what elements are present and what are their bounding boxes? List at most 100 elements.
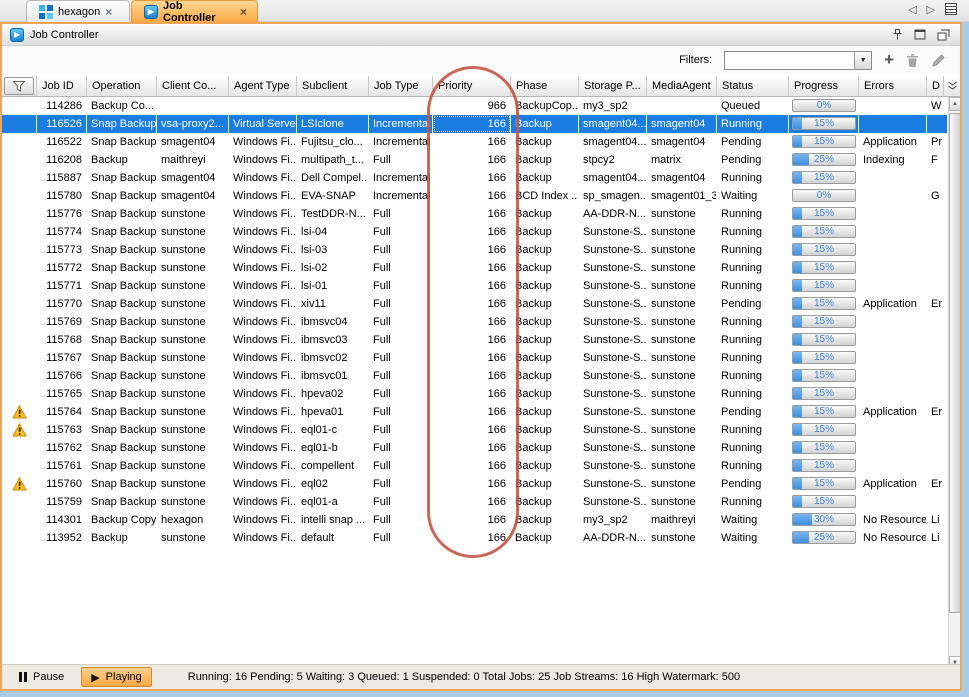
cell-agent-type: Windows Fi... bbox=[229, 331, 297, 349]
cell-errors bbox=[859, 439, 927, 457]
table-row-job-114301[interactable]: 114301Backup CopyhexagonWindows Fi...int… bbox=[2, 511, 948, 529]
cell-client: sunstone bbox=[157, 331, 229, 349]
cell-phase: Backup bbox=[511, 385, 579, 403]
header-subclient[interactable]: Subclient bbox=[297, 76, 369, 97]
progress-bar: 30% bbox=[792, 513, 856, 526]
cell-phase: Backup bbox=[511, 115, 579, 133]
header-progress[interactable]: Progress bbox=[789, 76, 859, 97]
header-priority[interactable]: Priority bbox=[433, 76, 511, 97]
cell-delay bbox=[927, 169, 948, 187]
table-row-job-115765[interactable]: 115765Snap BackupsunstoneWindows Fi...hp… bbox=[2, 385, 948, 403]
pause-button[interactable]: Pause bbox=[10, 667, 73, 687]
nav-back-icon[interactable]: ◁ bbox=[908, 3, 916, 16]
table-row-job-115773[interactable]: 115773Snap BackupsunstoneWindows Fi...ls… bbox=[2, 241, 948, 259]
maximize-icon[interactable] bbox=[914, 29, 926, 40]
cell-media-agent: smagent04 bbox=[647, 133, 717, 151]
table-row-job-115780[interactable]: 115780Snap Backupsmagent04Windows Fi...E… bbox=[2, 187, 948, 205]
progress-bar: 15% bbox=[792, 315, 856, 328]
header-status[interactable]: Status bbox=[717, 76, 789, 97]
table-row-job-115759[interactable]: 115759Snap BackupsunstoneWindows Fi...eq… bbox=[2, 493, 948, 511]
cell-phase: Backup bbox=[511, 205, 579, 223]
header-job-id[interactable]: Job ID bbox=[37, 76, 87, 97]
cell-client: smagent04 bbox=[157, 169, 229, 187]
delete-filter-icon[interactable] bbox=[906, 53, 919, 68]
table-row-job-115774[interactable]: 115774Snap BackupsunstoneWindows Fi...ls… bbox=[2, 223, 948, 241]
header-agent-type[interactable]: Agent Type bbox=[229, 76, 297, 97]
cell-operation: Backup Co... bbox=[87, 97, 157, 115]
tab-hexagon[interactable]: hexagon × bbox=[26, 0, 130, 22]
table-row-job-115776[interactable]: 115776Snap BackupsunstoneWindows Fi...Te… bbox=[2, 205, 948, 223]
cell-job-type: Incremental bbox=[369, 115, 433, 133]
table-row-job-114286[interactable]: 114286Backup Co...966BackupCop...my3_sp2… bbox=[2, 97, 948, 115]
header-storage-p[interactable]: Storage P... bbox=[579, 76, 647, 97]
header-operation[interactable]: Operation bbox=[87, 76, 157, 97]
table-row-job-115887[interactable]: 115887Snap Backupsmagent04Windows Fi...D… bbox=[2, 169, 948, 187]
cell-agent-type: Windows Fi... bbox=[229, 151, 297, 169]
cell-priority: 166 bbox=[433, 439, 511, 457]
table-row-job-115763[interactable]: 115763Snap BackupsunstoneWindows Fi...eq… bbox=[2, 421, 948, 439]
header-job-type[interactable]: Job Type bbox=[369, 76, 433, 97]
cell-phase: Backup bbox=[511, 223, 579, 241]
table-row-job-116208[interactable]: 116208BackupmaithreyiWindows Fi...multip… bbox=[2, 151, 948, 169]
table-row-job-115769[interactable]: 115769Snap BackupsunstoneWindows Fi...ib… bbox=[2, 313, 948, 331]
cell-storage-policy: Sunstone-S... bbox=[579, 385, 647, 403]
cell-job-type: Full bbox=[369, 277, 433, 295]
row-icon-cell bbox=[2, 313, 37, 331]
tab-list-icon[interactable] bbox=[945, 3, 957, 15]
row-icon-cell bbox=[2, 331, 37, 349]
cell-delay bbox=[927, 241, 948, 259]
header-errors[interactable]: Errors bbox=[859, 76, 927, 97]
tab-job-controller[interactable]: ▶ Job Controller × bbox=[131, 0, 258, 22]
header-client-co[interactable]: Client Co... bbox=[157, 76, 229, 97]
pin-icon[interactable] bbox=[892, 28, 903, 41]
close-icon[interactable]: × bbox=[240, 7, 247, 17]
combo-dropdown-icon[interactable]: ▼ bbox=[854, 52, 871, 69]
table-row-job-115766[interactable]: 115766Snap BackupsunstoneWindows Fi...ib… bbox=[2, 367, 948, 385]
cell-errors bbox=[859, 457, 927, 475]
close-icon[interactable]: × bbox=[105, 7, 112, 17]
table-row-job-115764[interactable]: 115764Snap BackupsunstoneWindows Fi...hp… bbox=[2, 403, 948, 421]
table-row-job-115770[interactable]: 115770Snap BackupsunstoneWindows Fi...xi… bbox=[2, 295, 948, 313]
cell-operation: Snap Backup bbox=[87, 493, 157, 511]
table-row-job-116526[interactable]: 116526Snap Backupvsa-proxy2...Virtual Se… bbox=[2, 115, 948, 133]
column-chooser-button[interactable] bbox=[943, 76, 960, 97]
cell-media-agent: sunstone bbox=[647, 259, 717, 277]
table-row-job-116522[interactable]: 116522Snap Backupsmagent04Windows Fi...F… bbox=[2, 133, 948, 151]
float-icon[interactable] bbox=[937, 29, 950, 41]
cell-media-agent: sunstone bbox=[647, 403, 717, 421]
playing-button[interactable]: ▶ Playing bbox=[81, 667, 152, 687]
scroll-up-icon[interactable]: ▲ bbox=[949, 97, 960, 111]
cell-priority: 166 bbox=[433, 241, 511, 259]
cell-storage-policy: Sunstone-S... bbox=[579, 349, 647, 367]
table-row-job-115771[interactable]: 115771Snap BackupsunstoneWindows Fi...ls… bbox=[2, 277, 948, 295]
filter-funnel-button[interactable] bbox=[2, 76, 37, 97]
cell-media-agent: sunstone bbox=[647, 223, 717, 241]
cell-priority: 166 bbox=[433, 223, 511, 241]
cell-delay: F bbox=[927, 151, 948, 169]
vertical-scroll-thumb[interactable] bbox=[949, 113, 960, 613]
table-row-job-115767[interactable]: 115767Snap BackupsunstoneWindows Fi...ib… bbox=[2, 349, 948, 367]
add-filter-icon[interactable]: + bbox=[884, 53, 894, 67]
cell-job-type bbox=[369, 97, 433, 115]
table-row-job-115760[interactable]: 115760Snap BackupsunstoneWindows Fi...eq… bbox=[2, 475, 948, 493]
header-phase[interactable]: Phase bbox=[511, 76, 579, 97]
header-mediaagent[interactable]: MediaAgent bbox=[647, 76, 717, 97]
table-row-job-115768[interactable]: 115768Snap BackupsunstoneWindows Fi...ib… bbox=[2, 331, 948, 349]
warning-icon bbox=[12, 405, 27, 419]
vertical-scrollbar[interactable]: ▲ ▼ bbox=[948, 97, 960, 670]
edit-filter-icon[interactable] bbox=[931, 53, 946, 68]
table-row-job-115772[interactable]: 115772Snap BackupsunstoneWindows Fi...ls… bbox=[2, 259, 948, 277]
filters-input[interactable] bbox=[725, 52, 854, 69]
table-row-job-115761[interactable]: 115761Snap BackupsunstoneWindows Fi...co… bbox=[2, 457, 948, 475]
cell-status: Waiting bbox=[717, 187, 789, 205]
cell-operation: Snap Backup bbox=[87, 187, 157, 205]
cell-media-agent: sunstone bbox=[647, 205, 717, 223]
table-row-job-115762[interactable]: 115762Snap BackupsunstoneWindows Fi...eq… bbox=[2, 439, 948, 457]
filters-combobox[interactable]: ▼ bbox=[724, 51, 872, 70]
table-row-job-113952[interactable]: 113952BackupsunstoneWindows Fi...default… bbox=[2, 529, 948, 547]
progress-bar: 15% bbox=[792, 351, 856, 364]
cell-subclient: compellent bbox=[297, 457, 369, 475]
cell-progress: 15% bbox=[789, 313, 859, 331]
nav-forward-icon[interactable]: ▷ bbox=[927, 3, 935, 16]
cell-client: sunstone bbox=[157, 385, 229, 403]
